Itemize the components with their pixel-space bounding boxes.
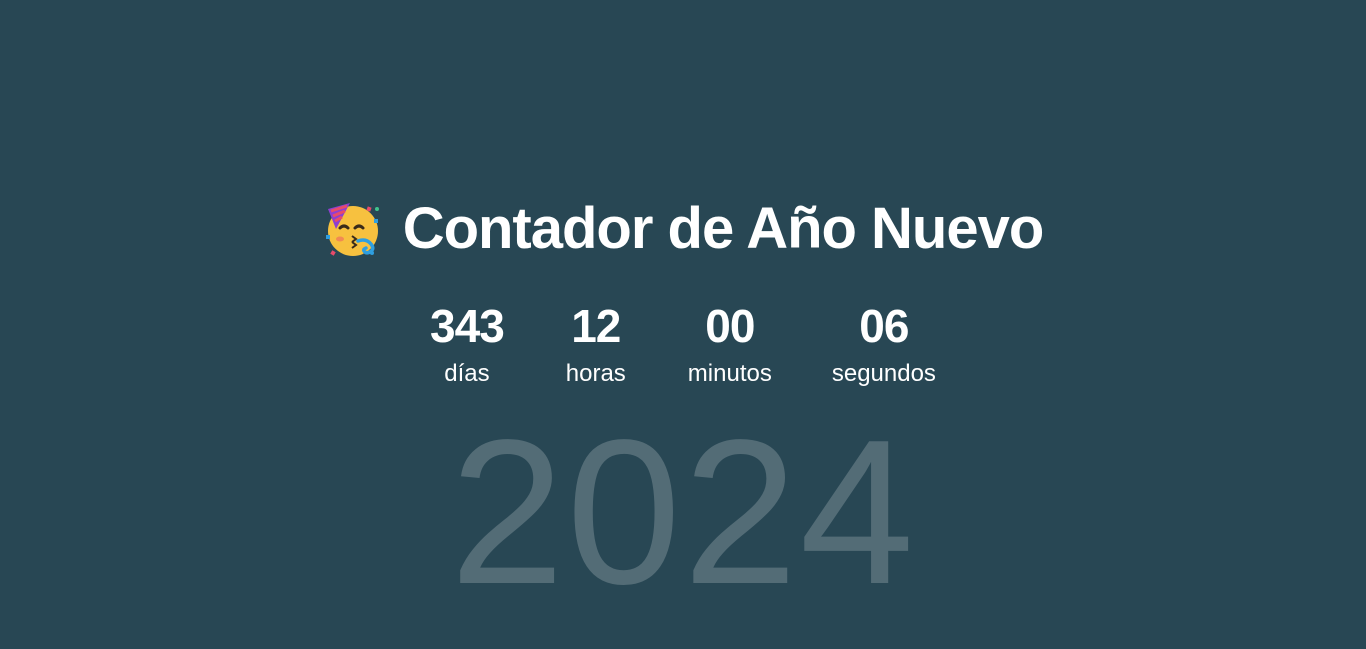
target-year: 2024	[449, 397, 917, 627]
countdown-minutes: 00 minutos	[688, 298, 772, 390]
hours-value: 12	[571, 300, 621, 352]
seconds-label: segundos	[831, 360, 936, 387]
page-title: Contador de Año Nuevo	[402, 196, 1045, 261]
countdown-days: 343 días	[430, 298, 505, 390]
countdown-timer: 343 días 12 horas 00 minutos 06 segundos	[0, 298, 1366, 390]
page-header: Contador de Año Nuevo	[0, 196, 1366, 262]
partying-face-icon	[325, 203, 379, 256]
countdown-hours: 12 horas	[564, 298, 628, 390]
days-label: días	[444, 360, 490, 387]
hours-label: horas	[565, 360, 626, 387]
minutes-label: minutos	[687, 360, 772, 387]
minutes-value: 00	[705, 300, 755, 352]
countdown-seconds: 06 segundos	[832, 298, 936, 390]
seconds-value: 06	[859, 300, 909, 352]
days-value: 343	[430, 300, 505, 352]
